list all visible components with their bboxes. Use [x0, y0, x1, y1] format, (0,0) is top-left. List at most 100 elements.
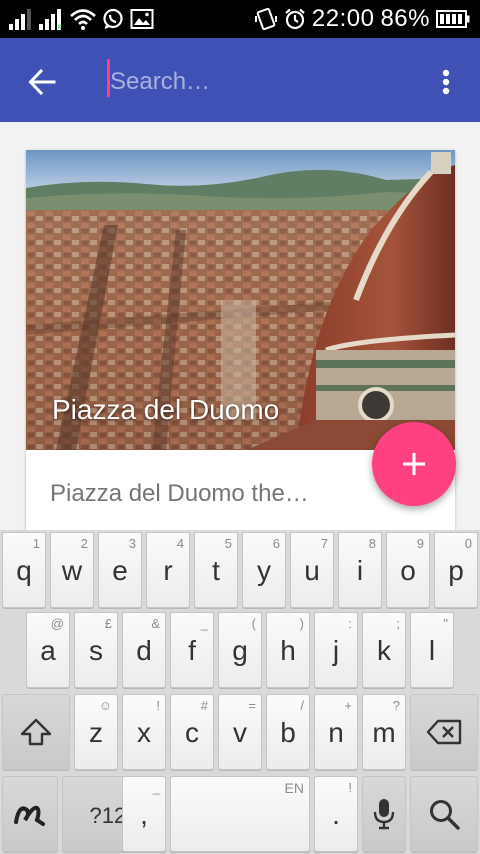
key-hint: £	[104, 616, 112, 631]
key-hint: !	[348, 780, 352, 795]
key-hint: 3	[128, 536, 136, 551]
key-hint: _	[152, 780, 160, 795]
place-photo[interactable]: Piazza del Duomo	[26, 150, 455, 450]
card-description: Piazza del Duomo the…	[50, 480, 309, 507]
svg-text:x: x	[57, 22, 62, 30]
key-l[interactable]: " l	[410, 612, 454, 688]
key-hint: ;	[396, 616, 400, 631]
key-o[interactable]: 9o	[386, 532, 430, 608]
add-fab-button[interactable]	[372, 422, 456, 506]
key-label: ,	[140, 799, 148, 830]
key-a[interactable]: @ a	[26, 612, 70, 688]
screen: x 22:00 86% Search… Piazza del Duomo Pia…	[0, 0, 480, 854]
plus-icon	[403, 453, 425, 475]
key-f[interactable]: _ f	[170, 612, 214, 688]
backspace-key[interactable]	[410, 694, 478, 770]
key-k[interactable]: ; k	[362, 612, 406, 688]
key-y[interactable]: 6y	[242, 532, 286, 608]
app-bar	[0, 38, 480, 122]
key-e[interactable]: 3e	[98, 532, 142, 608]
backspace-icon	[426, 719, 462, 745]
key-label: n	[328, 717, 344, 748]
key-hint: =	[248, 698, 256, 713]
overflow-menu-button[interactable]	[426, 60, 466, 104]
voice-input-key[interactable]	[362, 776, 406, 852]
key-label: a	[40, 635, 56, 666]
key-g[interactable]: (g	[218, 612, 262, 688]
mic-icon-wrap	[363, 777, 405, 851]
key-hint: 2	[80, 536, 88, 551]
swype-logo-icon	[14, 805, 45, 826]
back-button[interactable]	[20, 60, 64, 104]
key-i[interactable]: 8i	[338, 532, 382, 608]
key-p[interactable]: 0p	[434, 532, 478, 608]
key-x[interactable]: ! x	[122, 694, 166, 770]
key-r[interactable]: 4r	[146, 532, 190, 608]
period-key[interactable]: !.	[314, 776, 358, 852]
key-hint: @	[50, 616, 64, 631]
more-vert-icon	[442, 69, 450, 95]
key-label: r	[163, 555, 173, 586]
key-u[interactable]: 7u	[290, 532, 334, 608]
key-hint: ?	[392, 698, 400, 713]
key-hint: 8	[368, 536, 376, 551]
shift-icon	[20, 718, 52, 746]
key-label: q	[16, 555, 32, 586]
status-bar: x 22:00 86%	[0, 0, 480, 38]
battery-percent: 86%	[380, 5, 430, 32]
alarm-icon	[285, 8, 305, 30]
key-label: .	[332, 799, 340, 830]
status-right: 22:00 86%	[254, 5, 470, 32]
search-icon	[430, 800, 460, 830]
card-title: Piazza del Duomo	[52, 394, 280, 425]
space-key[interactable]: EN	[170, 776, 310, 852]
comma-key[interactable]: _,	[122, 776, 166, 852]
swype-icon-wrap	[3, 777, 57, 851]
key-hint: &	[151, 616, 160, 631]
key-hint: 4	[176, 536, 184, 551]
key-n[interactable]: + n	[314, 694, 358, 770]
clock: 22:00	[311, 5, 375, 32]
key-hint: #	[200, 698, 208, 713]
search-key[interactable]	[410, 776, 478, 852]
key-w[interactable]: 2w	[50, 532, 94, 608]
key-hint: 5	[224, 536, 232, 551]
key-hint: "	[443, 616, 448, 631]
key-b[interactable]: / b	[266, 694, 310, 770]
key-label: l	[428, 635, 436, 666]
search-icon-wrap	[411, 777, 477, 851]
key-label: k	[377, 635, 391, 666]
key-j[interactable]: :j	[314, 612, 358, 688]
status-left: x	[8, 6, 154, 32]
signal-strength-2-icon: x	[39, 9, 62, 30]
key-c[interactable]: # c	[170, 694, 214, 770]
swype-key[interactable]	[2, 776, 58, 852]
key-hint: )	[299, 616, 304, 631]
image-notification-icon	[130, 9, 154, 29]
key-m[interactable]: ? m	[362, 694, 406, 770]
key-t[interactable]: 5t	[194, 532, 238, 608]
key-q[interactable]: 1q	[2, 532, 46, 608]
key-hint: 9	[416, 536, 424, 551]
key-z[interactable]: ☺ z	[74, 694, 118, 770]
key-h[interactable]: ) h	[266, 612, 310, 688]
key-label: m	[372, 717, 396, 748]
key-label: x	[137, 717, 151, 748]
shift-key[interactable]	[2, 694, 70, 770]
key-label: w	[61, 555, 83, 586]
key-hint: 0	[464, 536, 472, 551]
key-v[interactable]: = v	[218, 694, 262, 770]
key-label: s	[89, 635, 103, 666]
key-hint: :	[348, 616, 352, 631]
soft-keyboard: 1q 2w 3e 4r 5t 6y 7u 8i 9o 0p @ a £ s & d _…	[0, 530, 480, 854]
key-hint: +	[344, 698, 352, 713]
microphone-icon	[373, 799, 395, 830]
vibrate-icon	[254, 7, 277, 31]
key-d[interactable]: & d	[122, 612, 166, 688]
search-input[interactable]	[106, 62, 416, 102]
backspace-icon-wrap	[411, 695, 477, 769]
key-hint: ☺	[98, 698, 112, 713]
key-hint: /	[300, 698, 304, 713]
key-label: h	[280, 635, 296, 666]
key-s[interactable]: £ s	[74, 612, 118, 688]
